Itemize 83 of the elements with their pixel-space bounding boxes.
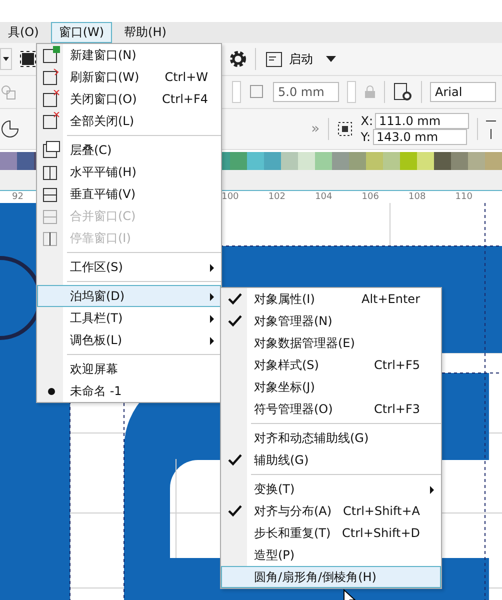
document-icon — [266, 52, 282, 66]
color-swatch[interactable] — [247, 152, 264, 170]
new-window-icon — [42, 46, 60, 64]
color-swatch[interactable] — [434, 152, 451, 170]
start-button[interactable]: 启动 — [264, 48, 338, 70]
color-swatch[interactable] — [485, 152, 502, 170]
color-swatch[interactable] — [230, 152, 247, 170]
cascade-icon — [42, 141, 60, 159]
tile-vertical-icon — [42, 185, 60, 203]
menu-item[interactable]: 辅助线(G) — [221, 449, 441, 471]
menu-item[interactable]: 工作区(S) — [37, 256, 221, 278]
ruler-label: 108 — [408, 192, 427, 203]
menu-item[interactable]: 刷新窗口(W) Ctrl+W — [37, 66, 221, 88]
dock-icon — [42, 229, 60, 247]
menu-item[interactable]: 调色板(L) — [37, 329, 221, 351]
color-swatch[interactable] — [400, 152, 417, 170]
menu-item[interactable]: 对齐和动态辅助线(G) — [221, 427, 441, 449]
x-position-field[interactable]: 111.0 mm — [375, 113, 469, 129]
ruler-label: 92 — [12, 192, 24, 203]
menu-item[interactable]: 对象坐标(J) — [221, 376, 441, 398]
color-swatch[interactable] — [468, 152, 485, 170]
combine-icon — [42, 207, 60, 225]
ruler-label: 104 — [315, 192, 334, 203]
color-swatch[interactable] — [417, 152, 434, 170]
color-swatch[interactable] — [298, 152, 315, 170]
shape-icon[interactable] — [0, 84, 16, 100]
color-swatch[interactable] — [366, 152, 383, 170]
tile-horizontal-icon — [42, 163, 60, 181]
menu-item[interactable]: 对象数据管理器(E) — [221, 332, 441, 354]
y-position-field[interactable]: 143.0 mm — [372, 129, 467, 145]
ruler-label: 110 — [455, 192, 474, 203]
ruler-label: 106 — [362, 192, 380, 203]
color-swatch[interactable] — [0, 152, 17, 170]
color-swatch[interactable] — [264, 152, 281, 170]
pie-icon[interactable] — [0, 119, 20, 139]
close-window-icon — [42, 90, 60, 108]
caret-icon[interactable] — [0, 48, 12, 70]
menu-item[interactable]: 对象属性(I) Alt+Enter — [221, 288, 441, 310]
object-position-icon[interactable] — [336, 121, 353, 137]
menu-item[interactable]: 对齐与分布(A) Ctrl+Shift+A — [221, 500, 441, 522]
menu-item[interactable]: 关闭窗口(O) Ctrl+F4 — [37, 88, 221, 110]
outline-width-field[interactable]: 5.0 mm — [273, 82, 339, 102]
menu-bar-item[interactable]: 具(O) — [0, 22, 47, 43]
color-swatch[interactable] — [281, 152, 298, 170]
menu-item[interactable]: 对象管理器(N) — [221, 310, 441, 332]
color-swatch[interactable] — [332, 152, 349, 170]
spinner[interactable] — [232, 81, 241, 103]
settings-icon[interactable] — [229, 50, 247, 68]
menu-item[interactable]: 步长和重复(T) Ctrl+Shift+D — [221, 522, 441, 544]
menu-item[interactable]: 欢迎屏幕 — [37, 358, 221, 380]
menu-item[interactable]: 工具栏(T) — [37, 307, 221, 329]
ruler-label: 100 — [222, 192, 240, 203]
lock-icon[interactable] — [364, 85, 376, 99]
menu-item[interactable]: 新建窗口(N) — [37, 44, 221, 66]
fullscreen-icon[interactable] — [20, 51, 36, 67]
menu-item[interactable]: 水平平铺(H) — [37, 161, 221, 183]
color-swatch[interactable] — [349, 152, 366, 170]
menu-bar-item[interactable]: 帮助(H) — [116, 22, 174, 43]
menu-item[interactable]: 垂直平铺(V) — [37, 183, 221, 205]
menu-item[interactable]: 泊坞窗(D) — [37, 285, 221, 307]
menu-item[interactable]: 未命名 -1 — [37, 380, 221, 402]
ruler-label: 102 — [268, 192, 287, 203]
corner-icon[interactable] — [249, 84, 265, 100]
color-swatch[interactable] — [451, 152, 468, 170]
y-label: Y: — [360, 130, 371, 144]
menu-item[interactable]: 符号管理器(O) Ctrl+F3 — [221, 398, 441, 420]
close-all-icon — [42, 112, 60, 130]
caret-icon — [326, 56, 336, 62]
color-swatch[interactable] — [383, 152, 400, 170]
font-field[interactable]: Arial — [430, 82, 496, 102]
menu-item[interactable]: 变换(T) — [221, 478, 441, 500]
refresh-window-icon — [42, 68, 60, 86]
color-swatch[interactable] — [315, 152, 332, 170]
menu-item[interactable]: 全部关闭(L) — [37, 110, 221, 132]
menu-item[interactable]: 圆角/扇形角/倒棱角(H) — [221, 566, 441, 588]
spinner[interactable] — [347, 81, 356, 103]
x-label: X: — [360, 114, 373, 128]
menu-item[interactable]: 层叠(C) — [37, 139, 221, 161]
menu-item[interactable]: 造型(P) — [221, 544, 441, 566]
document-gear-icon[interactable] — [393, 82, 413, 102]
menu-item[interactable]: 对象样式(S) Ctrl+F5 — [221, 354, 441, 376]
color-swatch[interactable] — [17, 152, 34, 170]
menu-bar-item[interactable]: 窗口(W) — [50, 22, 112, 43]
